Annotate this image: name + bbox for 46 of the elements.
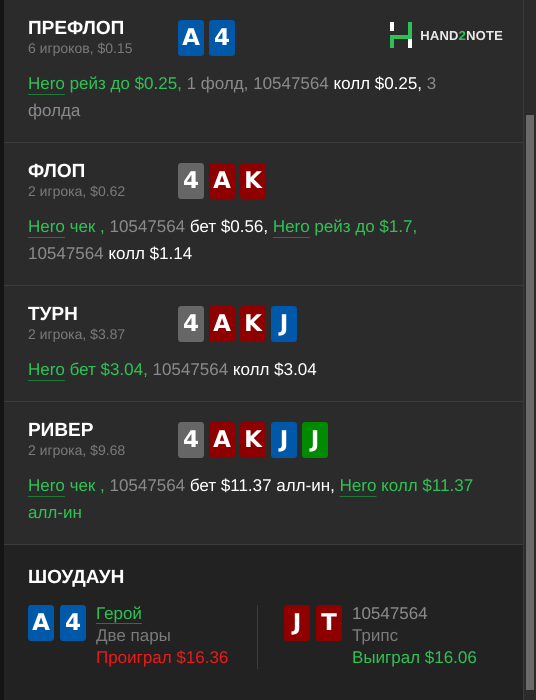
hero-link[interactable]: Hero xyxy=(28,74,65,93)
playing-card: T xyxy=(316,605,342,641)
hand-rank: Две пары xyxy=(96,625,172,647)
street-title: РИВЕР xyxy=(28,420,94,442)
street-summary: 2 игрока, $0.62 xyxy=(28,183,126,199)
playing-card: A xyxy=(209,163,235,199)
playing-card: J xyxy=(284,605,310,641)
playing-card: 4 xyxy=(178,422,204,458)
action-summary: Hero чек , 10547564 бет $0.56, Hero рейз до $1.7, 10547564 колл $1.14 xyxy=(28,216,418,265)
playing-card: K xyxy=(240,306,266,342)
logo-icon xyxy=(390,22,412,48)
playing-card: 4 xyxy=(178,163,204,199)
player-name[interactable]: Герой xyxy=(96,603,228,625)
street-summary: 2 игрока, $3.87 xyxy=(28,326,126,342)
playing-card: 4 xyxy=(178,306,204,342)
player-name: 10547564 xyxy=(352,603,429,625)
action-summary: Hero бет $3.04, 10547564 колл $3.04 xyxy=(28,359,318,381)
street-summary: 6 игроков, $0.15 xyxy=(28,40,134,56)
playing-card: J xyxy=(271,306,297,342)
playing-card: 4 xyxy=(60,605,86,641)
street-title: ТУРН xyxy=(28,304,79,326)
playing-card: 4 xyxy=(209,20,235,56)
hero-link[interactable]: Hero xyxy=(28,217,65,236)
result-text: Выиграл $16.06 xyxy=(352,647,477,669)
playing-card: A xyxy=(209,306,235,342)
street-title: ФЛОП xyxy=(28,161,86,183)
hero-link[interactable]: Hero xyxy=(28,476,65,495)
logo-text: HAND2NOTE xyxy=(420,28,503,42)
playing-card: K xyxy=(240,422,266,458)
hero-link[interactable]: Hero xyxy=(272,217,310,236)
playing-card: A xyxy=(178,20,204,56)
action-summary: Hero рейз до $0.25, 1 фолд, 10547564 колл $0.25, 3 фолда xyxy=(28,73,438,122)
playing-card: J xyxy=(271,422,297,458)
result-text: Проиграл $16.36 xyxy=(96,647,228,669)
action-summary: Hero чек , 10547564 бет $11.37 алл-ин, Hero колл $11.37 алл-ин xyxy=(28,475,474,524)
street-title: ПРЕФЛОП xyxy=(28,18,126,40)
street-summary: 2 игрока, $9.68 xyxy=(28,442,126,458)
hero-link[interactable]: Hero xyxy=(28,360,65,379)
playing-card: J xyxy=(302,422,328,458)
scrollbar-thumb[interactable] xyxy=(526,115,534,690)
playing-card: A xyxy=(209,422,235,458)
playing-card: K xyxy=(240,163,266,199)
hand-rank: Трипс xyxy=(352,625,400,647)
showdown-title: ШОУДАУН xyxy=(28,567,124,588)
hero-link[interactable]: Hero xyxy=(340,476,376,495)
playing-card: A xyxy=(28,605,54,641)
